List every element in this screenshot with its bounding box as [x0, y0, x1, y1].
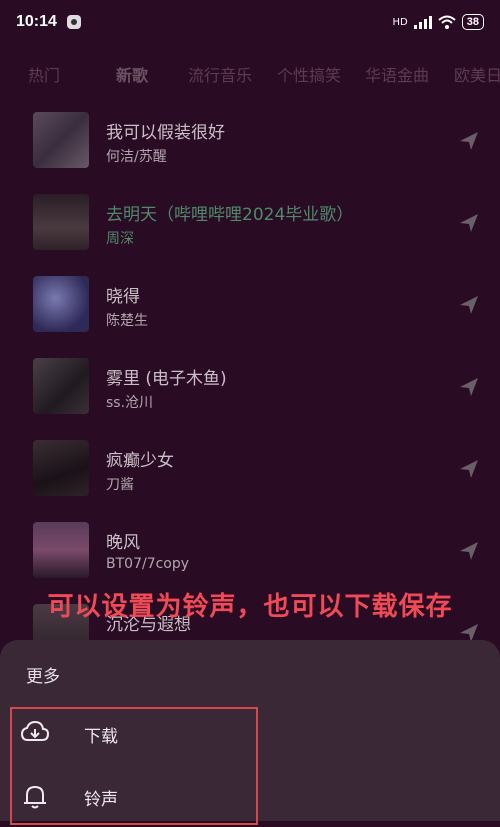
album-cover [33, 522, 89, 578]
clock: 10:14 [16, 13, 57, 30]
song-title: 晓得 [106, 287, 140, 307]
status-bar: 10:14 HD 38 [0, 0, 500, 44]
ringtone-option[interactable]: 铃声 [0, 767, 250, 827]
song-item[interactable]: 晓得 陈楚生 [0, 264, 500, 346]
song-title: 晚风 [106, 533, 140, 553]
tab-hot[interactable]: 热门 [28, 62, 60, 86]
song-item[interactable]: 雾里 (电子木鱼) ss.沧川 [0, 346, 500, 428]
status-left: 10:14 [16, 13, 81, 31]
send-icon[interactable] [458, 130, 480, 152]
song-title: 雾里 (电子木鱼) [106, 369, 227, 389]
download-cloud-icon [20, 720, 50, 741]
signal-icon [413, 15, 432, 29]
tab-new-songs[interactable]: 新歌 [116, 62, 148, 86]
album-cover [33, 112, 89, 168]
network-type: HD [392, 16, 408, 28]
song-artist: BT07/7copy [106, 556, 190, 572]
app-notification-icon [66, 15, 81, 29]
song-artist: 何洁/苏醒 [106, 149, 167, 165]
more-options-sheet: 更多 下载 铃声 [0, 640, 500, 825]
send-icon[interactable] [458, 540, 480, 562]
wifi-icon [438, 15, 456, 29]
download-option[interactable]: 下载 [0, 704, 250, 764]
send-icon[interactable] [458, 376, 480, 398]
download-label: 下载 [84, 727, 118, 747]
send-icon[interactable] [458, 458, 480, 480]
tab-pop[interactable]: 流行音乐 [188, 62, 252, 86]
tab-chinese-classics[interactable]: 华语金曲 [365, 62, 429, 86]
bell-icon [24, 785, 46, 809]
song-artist: 刀酱 [106, 477, 134, 493]
send-icon[interactable] [458, 212, 480, 234]
song-item[interactable]: 疯癫少女 刀酱 [0, 428, 500, 510]
song-item[interactable]: 去明天（哔哩哔哩2024毕业歌） 周深 [0, 182, 500, 264]
tab-western-jp[interactable]: 欧美日 [454, 62, 500, 86]
song-artist: 周深 [106, 231, 134, 247]
tab-funny[interactable]: 个性搞笑 [277, 62, 341, 86]
status-right: HD 38 [393, 14, 484, 30]
song-artist: 陈楚生 [106, 313, 148, 329]
song-title: 我可以假装很好 [106, 123, 225, 143]
song-artist: ss.沧川 [106, 395, 154, 411]
overlay-caption: 可以设置为铃声，也可以下载保存 [47, 592, 453, 622]
category-tabs: 热门 新歌 流行音乐 个性搞笑 华语金曲 欧美日 [0, 52, 500, 92]
album-cover [33, 440, 89, 496]
song-title: 去明天（哔哩哔哩2024毕业歌） [106, 205, 354, 225]
sheet-title: 更多 [26, 667, 60, 687]
album-cover [33, 194, 89, 250]
ringtone-label: 铃声 [84, 790, 118, 810]
album-cover [33, 358, 89, 414]
album-cover [33, 276, 89, 332]
battery-indicator: 38 [461, 14, 484, 30]
song-item[interactable]: 我可以假装很好 何洁/苏醒 [0, 100, 500, 182]
send-icon[interactable] [458, 294, 480, 316]
song-title: 疯癫少女 [106, 451, 174, 471]
song-item[interactable]: 晚风 BT07/7copy [0, 510, 500, 592]
